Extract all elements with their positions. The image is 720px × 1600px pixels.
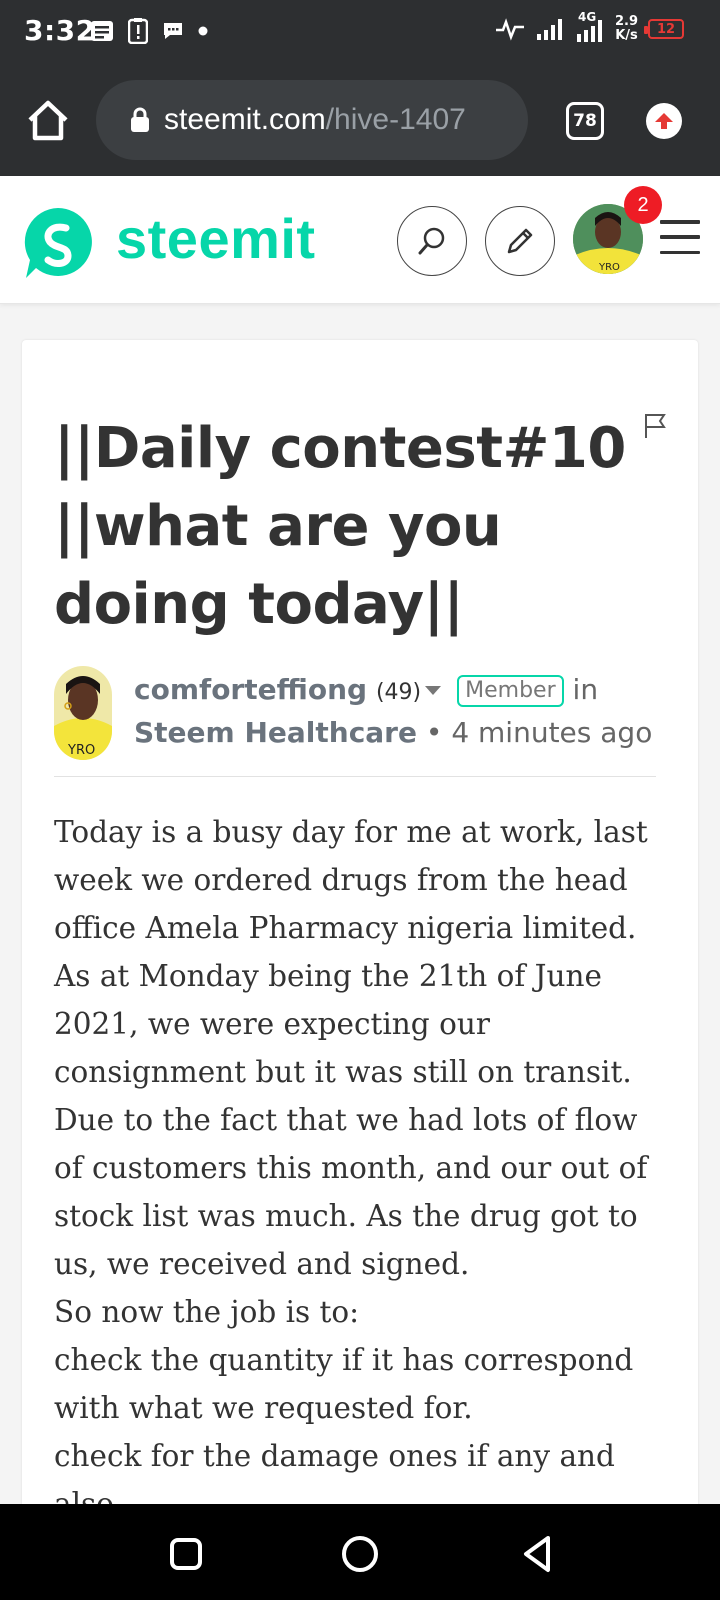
post-card: ||Daily contest#10 ||what are you doing … xyxy=(22,340,698,1521)
url-bar[interactable]: steemit.com/hive-1407 xyxy=(96,80,528,160)
tab-count: 78 xyxy=(573,111,597,131)
home-nav-icon[interactable] xyxy=(336,1530,384,1578)
browser-toolbar: steemit.com/hive-1407 78 xyxy=(0,66,720,176)
hamburger-menu-icon[interactable] xyxy=(660,220,700,254)
signal-4g-icon xyxy=(576,20,602,42)
lock-icon xyxy=(131,107,149,132)
speed-value: 2.9 xyxy=(614,14,638,29)
activity-icon xyxy=(495,18,524,41)
search-button[interactable] xyxy=(397,206,467,276)
notification-icons xyxy=(90,18,208,44)
svg-text:YRO: YRO xyxy=(67,743,95,758)
tab-switcher-button[interactable]: 78 xyxy=(566,102,604,140)
arrow-up-icon xyxy=(655,113,673,129)
chat-notification-icon xyxy=(164,23,182,39)
body-paragraph: Today is a busy day for me at work, last… xyxy=(54,815,648,945)
post-meta: comforteffiong (49) Member in Steem Healt… xyxy=(134,670,674,753)
steemit-logo-icon[interactable] xyxy=(20,204,96,280)
menu-line xyxy=(660,235,700,239)
back-icon[interactable] xyxy=(514,1530,562,1578)
author-name-link[interactable]: comforteffiong xyxy=(134,673,367,706)
body-paragraph: As at Monday being the 21th of June 2021… xyxy=(54,959,632,1089)
author-reputation: (49) xyxy=(375,680,422,705)
post-timestamp[interactable]: 4 minutes ago xyxy=(451,716,652,749)
alert-notification-icon xyxy=(128,18,148,44)
menu-line xyxy=(660,220,700,224)
brand-name[interactable]: steemit xyxy=(116,206,316,271)
url-path: /hive-1407 xyxy=(325,103,466,136)
meta-separator: • xyxy=(425,716,443,749)
update-button[interactable] xyxy=(646,103,682,139)
status-bar: 3:32 4G 2.9 K/s 12 xyxy=(0,0,720,66)
home-icon[interactable] xyxy=(26,98,70,142)
member-badge: Member xyxy=(457,675,564,707)
network-speed: 2.9 K/s xyxy=(615,15,638,43)
chevron-down-icon[interactable] xyxy=(425,686,442,695)
pencil-icon xyxy=(507,228,533,254)
community-link[interactable]: Steem Healthcare xyxy=(134,716,417,749)
svg-text:YRO: YRO xyxy=(598,262,620,273)
url-domain: steemit.com xyxy=(164,103,326,136)
body-paragraph: check the quantity if it has correspond … xyxy=(54,1343,634,1425)
battery-icon: 12 xyxy=(644,19,684,39)
recent-apps-icon[interactable] xyxy=(162,1530,210,1578)
status-time: 3:32 xyxy=(24,14,96,47)
signal-icon xyxy=(536,19,562,40)
body-paragraph: Due to the fact that we had lots of flow… xyxy=(54,1103,648,1281)
site-header: steemit YRO 2 xyxy=(0,176,720,304)
dot-notification-icon xyxy=(198,26,208,36)
search-icon xyxy=(418,227,445,255)
body-paragraph: So now the job is to: xyxy=(54,1295,360,1329)
flag-icon[interactable] xyxy=(642,412,668,440)
system-indicators: 4G 2.9 K/s 12 xyxy=(495,10,684,44)
network-signal: 4G xyxy=(575,10,605,44)
message-notification-icon xyxy=(91,21,113,41)
in-label: in xyxy=(572,673,599,706)
speed-unit: K/s xyxy=(615,28,638,43)
menu-line xyxy=(660,250,700,254)
author-avatar-image: YRO xyxy=(54,666,112,760)
author-avatar[interactable]: YRO xyxy=(54,666,112,760)
post-title: ||Daily contest#10 ||what are you doing … xyxy=(54,416,626,637)
system-navigation-bar xyxy=(0,1504,720,1600)
write-post-button[interactable] xyxy=(485,206,555,276)
divider xyxy=(54,776,656,777)
url-text: steemit.com/hive-1407 xyxy=(164,103,504,137)
post-body: Today is a busy day for me at work, last… xyxy=(54,808,674,1528)
notification-badge[interactable]: 2 xyxy=(624,186,662,224)
notification-count: 2 xyxy=(637,193,649,216)
battery-level: 12 xyxy=(656,21,676,37)
